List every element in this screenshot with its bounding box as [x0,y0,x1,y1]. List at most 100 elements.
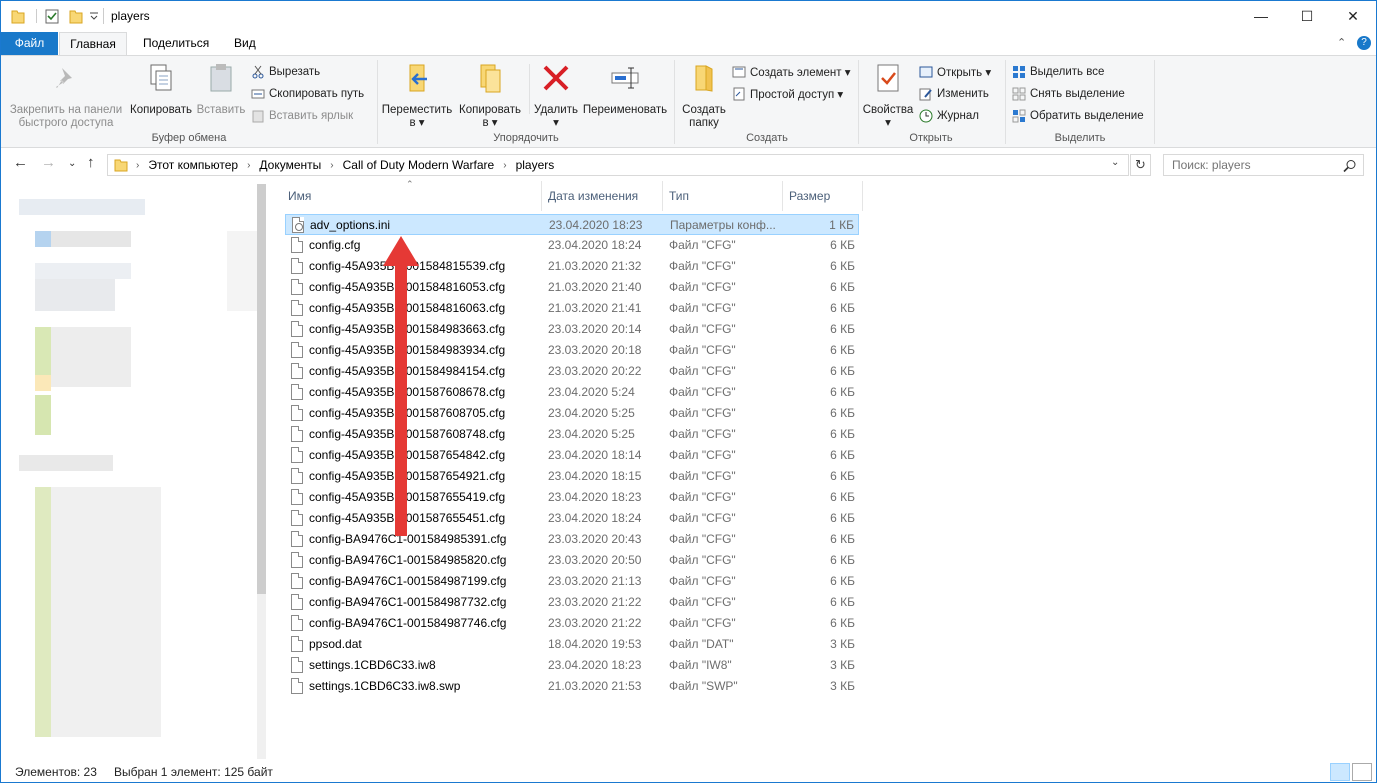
recent-locations-chevron-icon[interactable]: ⌄ [68,158,76,169]
nav-item[interactable] [51,327,131,387]
search-icon[interactable] [1343,159,1357,173]
file-row[interactable]: config-BA9476C1-001584987199.cfg 23.03.20… [285,571,859,592]
file-type: Файл "CFG" [669,511,736,525]
file-row[interactable]: config-45A935BF-001587654842.cfg 23.04.20… [285,445,859,466]
file-row[interactable]: config-BA9476C1-001584987732.cfg 23.03.20… [285,592,859,613]
new-item-button[interactable]: Создать элемент ▾ [732,63,851,81]
nav-item[interactable] [35,263,131,279]
file-row[interactable]: config-45A935BF-001584983934.cfg 23.03.20… [285,340,859,361]
file-icon [291,426,303,442]
select-all-button[interactable]: Выделить все [1012,63,1104,81]
properties-button[interactable]: Свойства ▾ [861,62,915,130]
copy-to-button[interactable]: Копировать в ▾ [455,62,525,130]
close-button[interactable]: ✕ [1330,1,1376,31]
file-row[interactable]: config-45A935BF-001584984154.cfg 23.03.20… [285,361,859,382]
file-date: 21.03.2020 21:41 [548,301,642,315]
new-folder-icon[interactable] [69,8,83,24]
column-header-name[interactable]: Имя [282,181,542,211]
file-row[interactable]: config-BA9476C1-001584985391.cfg 23.03.20… [285,529,859,550]
file-date: 23.03.2020 20:14 [548,322,642,336]
edit-icon [919,88,932,101]
refresh-icon[interactable]: ↻ [1130,154,1151,176]
nav-item[interactable] [19,199,145,215]
breadcrumb-this-pc[interactable]: Этот компьютер [148,158,238,172]
paste-shortcut-button[interactable]: Вставить ярлык [251,107,353,125]
pin-quick-access-button[interactable]: Закрепить на панели быстрого доступа [7,62,125,130]
rename-button[interactable]: Переименовать [581,62,669,117]
nav-scrollbar-thumb[interactable] [257,184,266,594]
copy-path-button[interactable]: Скопировать путь [251,85,364,103]
breadcrumb-separator[interactable]: › [247,160,250,171]
nav-item[interactable] [51,487,161,737]
file-icon [291,258,303,274]
new-folder-button[interactable]: Создать папку [679,62,729,130]
maximize-button[interactable]: ☐ [1284,1,1330,31]
edit-button[interactable]: Изменить [919,85,989,103]
open-button[interactable]: Открыть ▾ [919,63,991,81]
file-size: 6 КБ [830,343,855,357]
file-row[interactable]: config.cfg 23.04.2020 18:24 Файл "CFG" 6 КБ [285,235,859,256]
tab-file[interactable]: Файл [1,32,58,55]
file-size: 6 КБ [830,280,855,294]
large-icons-view-icon[interactable] [1352,763,1372,781]
forward-button[interactable]: → [41,154,56,171]
easy-access-button[interactable]: Простой доступ ▾ [732,85,843,103]
file-row[interactable]: config-45A935BF-001584815539.cfg21.03.20… [285,256,859,277]
file-date: 18.04.2020 19:53 [548,637,642,651]
search-input[interactable] [1164,155,1334,175]
delete-button[interactable]: Удалить ▾ [531,62,581,130]
minimize-button[interactable]: — [1238,1,1284,31]
breadcrumb-separator[interactable]: › [503,160,506,171]
copy-button[interactable]: Копировать [127,62,195,117]
cut-button[interactable]: Вырезать [251,63,320,81]
file-row[interactable]: config-45A935BF-001587655419.cfg 23.04.20… [285,487,859,508]
breadcrumb-cod-mw[interactable]: Call of Duty Modern Warfare [343,158,495,172]
breadcrumb-players[interactable]: players [516,158,555,172]
file-type: Файл "CFG" [669,427,736,441]
column-header-type[interactable]: Тип [663,181,783,211]
file-row[interactable]: config-45A935BF-001584816053.cfg 21.03.20… [285,277,859,298]
file-row[interactable]: config-BA9476C1-001584985820.cfg 23.03.20… [285,550,859,571]
file-row[interactable]: config-45A935BF-001584983663.cfg 23.03.20… [285,319,859,340]
select-none-button[interactable]: Снять выделение [1012,85,1125,103]
help-icon[interactable]: ? [1357,36,1371,50]
column-header-date[interactable]: Дата изменения [542,181,663,211]
paste-button[interactable]: Вставить [195,62,247,117]
file-icon [291,678,303,694]
tab-home[interactable]: Главная [59,32,127,55]
nav-item[interactable] [35,279,115,311]
column-header-size[interactable]: Размер [783,181,863,211]
up-button[interactable]: ↑ [87,154,95,171]
file-row[interactable]: config-BA9476C1-001584987746.cfg 23.03.20… [285,613,859,634]
file-size: 6 КБ [830,406,855,420]
move-to-button[interactable]: Переместить в ▾ [381,62,453,130]
nav-item[interactable] [19,455,113,471]
file-row[interactable]: config-45A935BF-001587655451.cfg 23.04.20… [285,508,859,529]
collapse-ribbon-icon[interactable]: ⌃ [1337,36,1346,49]
window-title: players [111,9,150,23]
file-row[interactable]: config-45A935BF-001587608678.cfg 23.04.20… [285,382,859,403]
file-row[interactable]: config-45A935BF-001587608705.cfg 23.04.20… [285,403,859,424]
breadcrumb-separator[interactable]: › [330,160,333,171]
file-row[interactable]: config-45A935BF-001584816063.cfg 21.03.20… [285,298,859,319]
file-row[interactable]: settings.1CBD6C33.iw8.swp 21.03.2020 21:5… [285,676,859,697]
history-button[interactable]: Журнал [919,107,979,125]
tab-share[interactable]: Поделиться [133,32,219,55]
address-bar[interactable]: › Этот компьютер › Документы › Call of D… [107,154,1129,176]
file-row[interactable]: adv_options.ini 23.04.2020 18:23 Параметры… [285,214,859,235]
breadcrumb-documents[interactable]: Документы [259,158,321,172]
nav-item[interactable] [51,231,131,247]
file-row[interactable]: ppsod.dat 18.04.2020 19:53 Файл "DAT" 3 КБ [285,634,859,655]
properties-icon[interactable] [45,8,59,24]
address-dropdown-chevron-icon[interactable]: ⌄ [1111,157,1119,168]
file-row[interactable]: settings.1CBD6C33.iw8 23.04.2020 18:23 Фай… [285,655,859,676]
details-view-icon[interactable] [1330,763,1350,781]
status-bar: Элементов: 23 Выбран 1 элемент: 125 байт [1,761,1376,782]
invert-selection-button[interactable]: Обратить выделение [1012,107,1144,125]
file-row[interactable]: config-45A935BF-001587654921.cfg 23.04.20… [285,466,859,487]
back-button[interactable]: ← [13,154,28,171]
file-type: Файл "CFG" [669,301,736,315]
customize-chevron-icon[interactable] [89,8,99,24]
file-row[interactable]: config-45A935BF-001587608748.cfg 23.04.20… [285,424,859,445]
tab-view[interactable]: Вид [224,32,266,55]
